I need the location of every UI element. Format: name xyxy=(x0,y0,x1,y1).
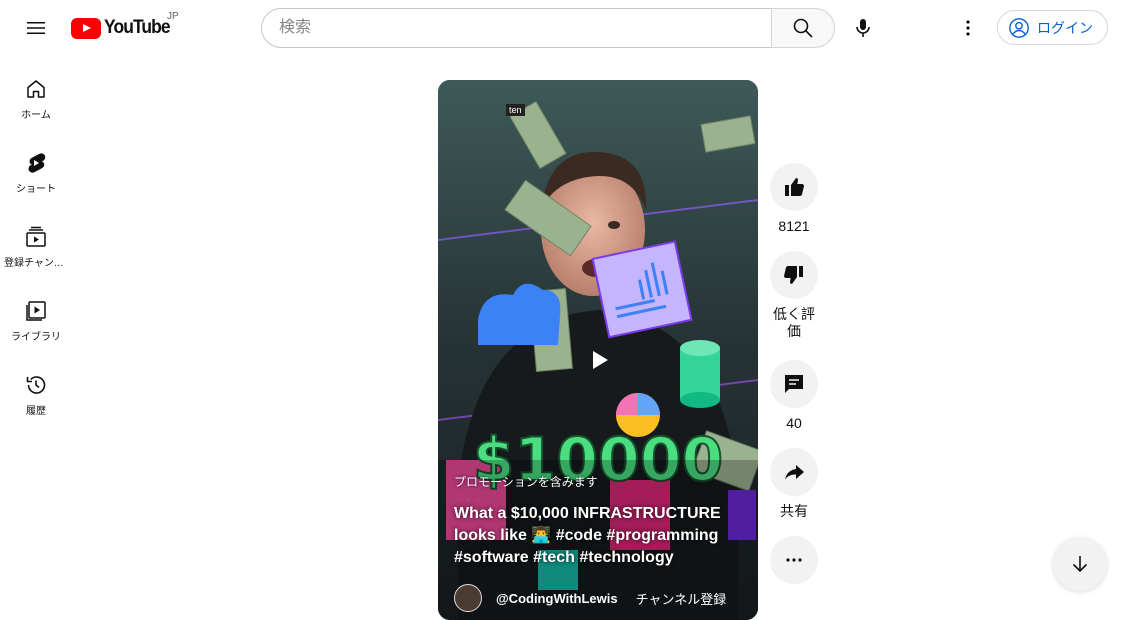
next-video-button[interactable] xyxy=(1053,537,1107,591)
account-icon xyxy=(1009,17,1029,38)
like-button[interactable] xyxy=(770,163,818,211)
paid-promotion-label: プロモーションを含みます xyxy=(454,475,598,489)
like-count: 8121 xyxy=(778,218,810,234)
logo-text: YouTube xyxy=(104,17,171,38)
hamburger-icon xyxy=(27,22,45,34)
sidebar-item-label: ライブラリ xyxy=(11,332,61,343)
login-label: ログイン xyxy=(1037,19,1093,36)
like-action: 8121 xyxy=(769,163,819,251)
thumbs-up-icon xyxy=(785,178,804,196)
more-action xyxy=(769,536,819,584)
sidebar-item-label: ホーム xyxy=(21,110,51,121)
comment-count: 40 xyxy=(786,415,802,431)
youtube-play-icon xyxy=(71,17,101,39)
play-icon[interactable] xyxy=(588,348,612,372)
more-vertical-icon xyxy=(966,20,970,36)
action-column: 8121 低く評価 40 共有 xyxy=(769,163,819,584)
overlay-tag: ten xyxy=(506,104,525,116)
voice-search-button[interactable] xyxy=(843,8,883,48)
shorts-video-player[interactable]: $10000 ten プロモーションを含みます What a $10,000 I… xyxy=(438,80,758,620)
sidebar-item-label: ショート xyxy=(16,184,56,195)
logo-region-code: JP xyxy=(167,11,179,22)
microphone-icon xyxy=(856,19,870,37)
more-horizontal-icon xyxy=(786,558,802,562)
dislike-action: 低く評価 xyxy=(769,251,819,360)
sidebar-item-history[interactable]: 履歴 xyxy=(0,352,72,426)
library-icon xyxy=(26,301,46,321)
sidebar-item-library[interactable]: ライブラリ xyxy=(0,278,72,352)
mini-guide: ホーム ショート 登録チャンネル ライブラリ 履歴 xyxy=(0,56,72,426)
arrow-down-icon xyxy=(1072,556,1088,573)
dislike-label: 低く評価 xyxy=(773,306,815,339)
sidebar-item-home[interactable]: ホーム xyxy=(0,56,72,130)
login-button[interactable]: ログイン xyxy=(997,10,1108,45)
youtube-logo[interactable]: YouTube xyxy=(71,15,175,41)
history-icon xyxy=(26,376,46,394)
comment-button[interactable] xyxy=(770,360,818,408)
sidebar-item-label: 登録チャンネル xyxy=(4,258,68,269)
sidebar-item-shorts[interactable]: ショート xyxy=(0,130,72,204)
shorts-icon xyxy=(28,153,46,173)
share-button[interactable] xyxy=(770,448,818,496)
share-label: 共有 xyxy=(780,503,808,519)
channel-row: @CodingWithLewis チャンネル登録 xyxy=(454,583,754,613)
comment-action: 40 xyxy=(769,360,819,448)
guide-menu-button[interactable] xyxy=(16,8,56,48)
channel-avatar[interactable] xyxy=(454,584,482,612)
channel-name[interactable]: @CodingWithLewis xyxy=(496,591,618,606)
masthead: YouTube JP ログイン xyxy=(0,0,1124,56)
share-action: 共有 xyxy=(769,448,819,536)
thumbs-down-icon xyxy=(784,266,803,284)
search-box xyxy=(261,8,772,48)
sidebar-item-subscriptions[interactable]: 登録チャンネル xyxy=(0,204,72,278)
search-input[interactable] xyxy=(262,9,772,47)
video-title[interactable]: What a $10,000 INFRASTRUCTURE looks like… xyxy=(454,503,734,569)
home-icon xyxy=(27,80,45,98)
sidebar-item-label: 履歴 xyxy=(26,406,46,417)
more-actions-button[interactable] xyxy=(770,536,818,584)
comment-icon xyxy=(785,375,803,393)
search-icon xyxy=(793,18,813,38)
subscriptions-icon xyxy=(26,226,46,247)
dislike-button[interactable] xyxy=(770,251,818,299)
search-button[interactable] xyxy=(771,8,835,48)
settings-more-button[interactable] xyxy=(948,8,988,48)
subscribe-button[interactable]: チャンネル登録 xyxy=(636,589,727,608)
share-icon xyxy=(785,465,804,480)
